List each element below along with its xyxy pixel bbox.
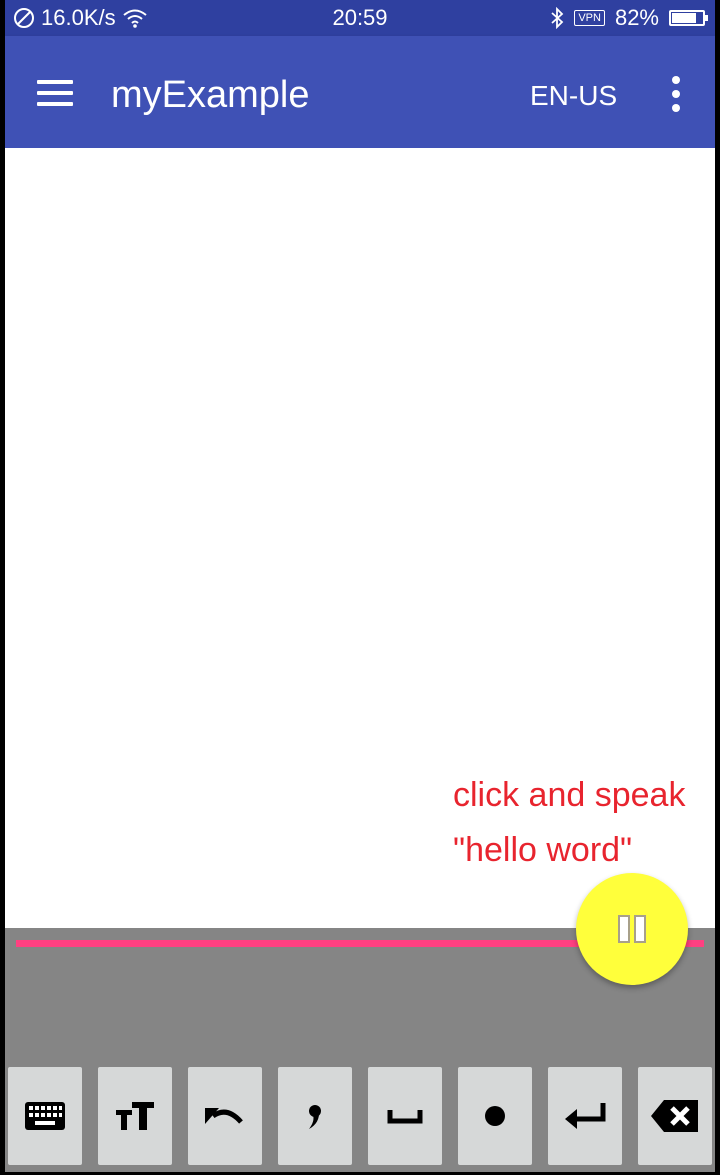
locale-button[interactable]: EN-US	[530, 78, 617, 114]
annotation-line-2: "hello word"	[453, 831, 633, 869]
enter-icon	[565, 1103, 606, 1129]
keyboard-key[interactable]	[8, 1067, 82, 1165]
battery-icon	[669, 10, 708, 26]
annotation-line-1: click and speak	[453, 776, 686, 814]
text-size-icon	[116, 1102, 154, 1130]
more-vert-icon[interactable]	[663, 74, 687, 114]
space-icon	[387, 1110, 423, 1124]
comma-icon	[309, 1105, 321, 1129]
battery-level	[672, 13, 697, 23]
status-right: VPN 82%	[550, 0, 708, 36]
text-size-key[interactable]	[98, 1067, 172, 1165]
keyboard-icon	[25, 1102, 65, 1130]
content-area: click and speak "hello word"	[5, 148, 715, 1013]
data-saver-icon	[14, 8, 34, 28]
backspace-key[interactable]	[638, 1067, 712, 1165]
net-speed: 16.0K/s	[41, 5, 116, 30]
status-bar: 16.0K/s 20:59 VPN 82%	[5, 0, 715, 36]
app-frame: 16.0K/s 20:59 VPN 82% myExample EN-US cl…	[5, 0, 715, 1172]
pause-icon	[618, 915, 646, 943]
battery-percent: 82%	[614, 5, 659, 30]
key-row	[8, 1067, 715, 1165]
period-key[interactable]	[458, 1067, 532, 1165]
wifi-icon	[122, 9, 147, 28]
period-icon	[485, 1106, 505, 1126]
enter-key[interactable]	[548, 1067, 622, 1165]
app-bar: myExample EN-US	[5, 36, 715, 148]
space-key[interactable]	[368, 1067, 442, 1165]
status-left: 16.0K/s	[13, 0, 148, 36]
undo-key[interactable]	[188, 1067, 262, 1165]
voice-fab-button[interactable]	[576, 873, 688, 985]
backspace-icon	[651, 1100, 698, 1132]
status-time: 20:59	[332, 5, 388, 30]
bluetooth-icon	[551, 7, 564, 29]
menu-icon[interactable]	[35, 80, 75, 106]
app-title: myExample	[111, 74, 310, 116]
vpn-badge: VPN	[574, 10, 605, 26]
annotation-text: click and speak "hello word"	[453, 768, 685, 878]
comma-key[interactable]	[278, 1067, 352, 1165]
undo-icon	[205, 1108, 243, 1124]
